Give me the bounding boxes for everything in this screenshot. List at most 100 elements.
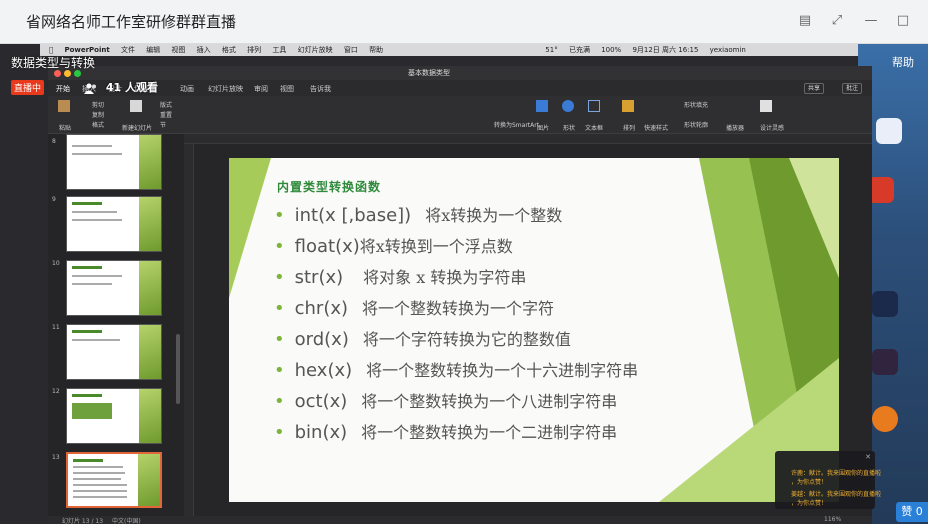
copy-button[interactable]: 复制 (92, 110, 104, 119)
player-button[interactable]: 播放器 (726, 123, 744, 132)
paste-button[interactable]: 粘贴 (59, 123, 71, 132)
smartart-button[interactable]: 转换为SmartArt (494, 120, 539, 129)
viewer-count-text: 41 人观看 (105, 81, 158, 94)
textbox-icon[interactable] (588, 100, 600, 112)
section-button[interactable]: 节 (160, 120, 166, 129)
function-description: 将一个整数转换为一个八进制字符串 (361, 392, 618, 411)
shape-button[interactable]: 形状 (563, 123, 575, 132)
quick-styles-button[interactable]: 快速样式 (644, 123, 668, 132)
picture-button[interactable]: 图片 (537, 123, 549, 132)
menubar-item[interactable]: 格式 (222, 44, 236, 56)
current-slide[interactable]: 内置类型转换函数 • int(x [,base]) 将x转换为一个整数 • float… (229, 158, 839, 502)
minimize-icon[interactable] (64, 70, 71, 77)
chat-line: 许鹿：献计。我来围观你的直播啦 (791, 470, 882, 477)
slide-thumbnail[interactable] (66, 134, 162, 190)
close-icon[interactable] (54, 70, 61, 77)
bullet-list: • int(x [,base]) 将x转换为一个整数 • float(x)将x转换到一… (274, 202, 638, 450)
textbox-button[interactable]: 文本框 (585, 123, 603, 132)
function-description: 将一个整数转换为一个二进制字符串 (361, 423, 618, 442)
layout-button[interactable]: 版式 (160, 100, 172, 109)
menubar-item[interactable]: 视图 (171, 44, 185, 56)
live-stream-window: 省网络名师工作室研修群群直播 ▤ ⤢ — □  PowerPoint 文件 编… (0, 0, 928, 524)
help-label[interactable]: 帮助 (892, 54, 914, 70)
slide-thumbnail[interactable] (66, 196, 162, 252)
picture-icon[interactable] (536, 100, 548, 112)
reset-button[interactable]: 重置 (160, 110, 172, 119)
firefox-icon[interactable] (872, 406, 898, 432)
tab-slideshow[interactable]: 幻灯片放映 (208, 84, 243, 94)
tab-animations[interactable]: 动画 (180, 84, 194, 94)
new-slide-icon[interactable] (130, 100, 142, 112)
comment-button[interactable]: 批注 (842, 83, 863, 94)
function-description: 将一个整数转换为一个字符 (362, 299, 555, 318)
macos-menubar:  PowerPoint 文件 编辑 视图 插入 格式 排列 工具 幻灯片放映 … (40, 44, 858, 56)
bullet-item: • hex(x) 将一个整数转换为一个十六进制字符串 (274, 360, 639, 381)
menubar-item[interactable]: 帮助 (369, 44, 383, 56)
design-ideas-button[interactable]: 设计灵感 (760, 123, 784, 132)
slide-thumbnail[interactable] (66, 324, 162, 380)
slide-thumbnail[interactable] (66, 388, 162, 444)
battery-percent: 100% (596, 46, 621, 54)
slide-thumbnail[interactable] (66, 260, 162, 316)
slide-counter: 幻灯片 13 / 13 (62, 518, 104, 524)
design-ideas-icon[interactable] (760, 100, 772, 112)
weather-status: 51° (541, 46, 557, 54)
slide-thumbnail-selected[interactable] (66, 452, 162, 508)
paste-icon[interactable] (58, 100, 70, 112)
menubar-item[interactable]: 工具 (272, 44, 286, 56)
menubar-item[interactable]: 插入 (197, 44, 211, 56)
bullet-item: • bin(x) 将一个整数转换为一个二进制字符串 (274, 422, 618, 443)
menubar-item[interactable]: 幻灯片放映 (298, 44, 333, 56)
like-button[interactable]: 赞 0 (896, 502, 928, 522)
function-name: float(x) (294, 236, 360, 257)
tab-review[interactable]: 审阅 (254, 84, 268, 94)
desktop-app-icon[interactable] (872, 349, 898, 375)
thumbnail-number: 13 (52, 454, 60, 461)
maximize-icon[interactable]: □ (894, 12, 912, 30)
zoom-icon[interactable] (74, 70, 81, 77)
ribbon-toolbar: 粘贴 剪切 复制 格式 新建幻灯片 版式 重置 节 转换为SmartArt 图片… (48, 96, 872, 134)
share-button[interactable]: 共享 (804, 83, 825, 94)
function-description: 将对象 x 转换为字符串 (363, 268, 527, 287)
tab-tell-me[interactable]: 告诉我 (310, 84, 331, 94)
function-name: bin(x) (294, 422, 348, 443)
viewer-count: 41 人观看 (84, 79, 158, 95)
desktop-app-icon[interactable] (876, 118, 902, 144)
menubar-item[interactable]: 窗口 (344, 44, 358, 56)
function-name: chr(x) (294, 298, 349, 319)
thumbnail-number: 8 (52, 138, 56, 145)
menubar-item[interactable]: 排列 (247, 44, 261, 56)
thumbnail-number: 12 (52, 388, 60, 395)
cut-button[interactable]: 剪切 (92, 100, 104, 109)
shape-fill-button[interactable]: 形状填充 (684, 100, 708, 109)
chat-messages: ✕ 许鹿：献计。我来围观你的直播啦 ，为你点赞！ 姜越：献计。我来围观你的直播啦… (775, 451, 881, 509)
fullscreen-icon[interactable]: ⤢ (828, 12, 846, 30)
tab-view[interactable]: 视图 (280, 84, 294, 94)
arrange-icon[interactable] (622, 100, 634, 112)
chat-line: ，为你点赞！ (791, 500, 828, 507)
new-slide-button[interactable]: 新建幻灯片 (122, 123, 152, 132)
function-description: 将一个字符转换为它的整数值 (362, 330, 571, 349)
thumbnail-scrollbar[interactable] (176, 334, 180, 404)
thumbnail-number: 9 (52, 196, 56, 203)
powerpoint-window: 基本数据类型 开始 插入 设计 切换 动画 幻灯片放映 审阅 视图 告诉我 共享… (48, 66, 872, 524)
menubar-item[interactable]: 文件 (121, 44, 135, 56)
thumbnail-number: 10 (52, 260, 60, 267)
battery-status: 已充满 (564, 46, 590, 54)
arrange-button[interactable]: 排列 (623, 123, 635, 132)
bullet-item: • ord(x) 将一个字符转换为它的整数值 (274, 329, 571, 350)
bullet-item: • float(x)将x转换到一个浮点数 (274, 236, 513, 257)
chat-line: ，为你点赞！ (791, 479, 828, 486)
float-window-icon[interactable]: ▤ (796, 12, 814, 30)
desktop-app-icon[interactable] (872, 291, 898, 317)
function-description: 将x转换到一个浮点数 (359, 237, 513, 256)
format-painter-button[interactable]: 格式 (92, 120, 104, 129)
minimize-icon[interactable]: — (862, 12, 880, 30)
shape-icon[interactable] (562, 100, 574, 112)
shape-outline-button[interactable]: 形状轮廓 (684, 120, 708, 129)
close-icon[interactable]: ✕ (865, 453, 871, 461)
zoom-level[interactable]: 116% (824, 516, 841, 523)
menubar-item[interactable]: 编辑 (146, 44, 160, 56)
language-status[interactable]: 中文(中国) (112, 516, 141, 524)
tab-home[interactable]: 开始 (56, 84, 70, 94)
